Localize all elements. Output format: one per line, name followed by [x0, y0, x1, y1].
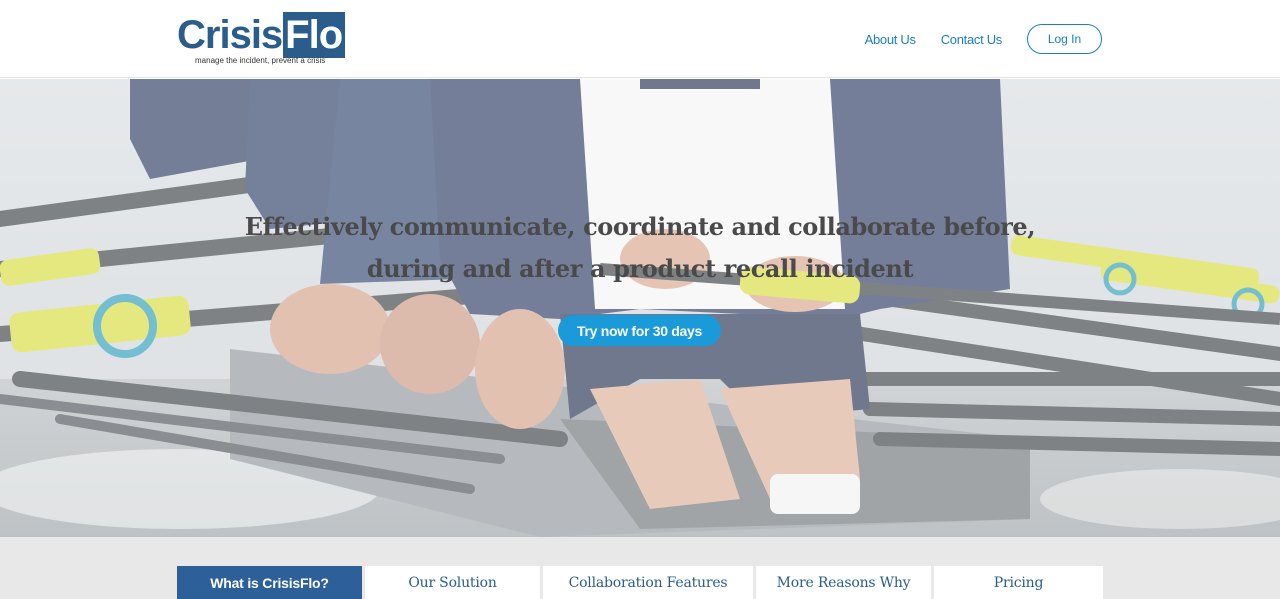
tab-pricing[interactable]: Pricing [934, 566, 1103, 599]
feature-tabs-band: What is CrisisFlo? Our Solution Collabor… [0, 537, 1280, 599]
tab-what-is-crisisflo[interactable]: What is CrisisFlo? [177, 566, 362, 599]
logo-word-box: Flo [283, 12, 346, 58]
top-nav: About Us Contact Us Log In [865, 24, 1102, 54]
try-now-button[interactable]: Try now for 30 days [558, 315, 721, 346]
logo-tagline: manage the incident, prevent a crisis [195, 56, 326, 65]
site-header: CrisisFlo manage the incident, prevent a… [0, 0, 1280, 78]
tab-more-reasons-why[interactable]: More Reasons Why [756, 566, 931, 599]
hero-headline: Effectively communicate, coordinate and … [244, 212, 1036, 283]
nav-about-us[interactable]: About Us [865, 32, 916, 47]
hero-banner: Effectively communicate, coordinate and … [0, 79, 1280, 537]
feature-tabs: What is CrisisFlo? Our Solution Collabor… [177, 566, 1103, 599]
nav-contact-us[interactable]: Contact Us [941, 32, 1003, 47]
tab-collaboration-features[interactable]: Collaboration Features [543, 566, 753, 599]
tab-our-solution[interactable]: Our Solution [365, 566, 540, 599]
hero-overlay [0, 79, 1280, 537]
logo-wordmark: CrisisFlo [177, 12, 346, 58]
crisisflo-logo[interactable]: CrisisFlo manage the incident, prevent a… [177, 12, 357, 68]
logo-word-main: Crisis [177, 13, 283, 57]
login-button[interactable]: Log In [1027, 24, 1102, 54]
